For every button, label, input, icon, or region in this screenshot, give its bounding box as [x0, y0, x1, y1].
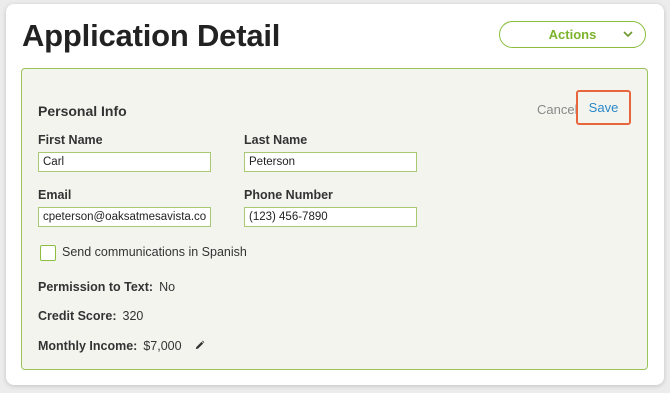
application-detail-card: Application Detail Actions Personal Info…	[6, 4, 664, 385]
pencil-icon[interactable]	[194, 340, 205, 351]
last-name-label: Last Name	[244, 133, 308, 147]
monthly-income-row: Monthly Income: $7,000	[38, 339, 205, 353]
first-name-field[interactable]	[38, 152, 211, 172]
save-button[interactable]: Save	[576, 90, 631, 125]
permission-to-text-label: Permission to Text:	[38, 280, 154, 294]
actions-dropdown-button[interactable]: Actions	[499, 21, 646, 48]
permission-to-text-row: Permission to Text: No	[38, 280, 175, 294]
phone-number-label: Phone Number	[244, 188, 333, 202]
personal-info-panel: Personal Info Cancel Save First Name Las…	[21, 68, 648, 370]
email-label: Email	[38, 188, 72, 202]
cancel-button[interactable]: Cancel	[537, 102, 577, 117]
spanish-communications-checkbox[interactable]	[40, 245, 56, 261]
chevron-down-icon	[623, 31, 633, 38]
section-title: Personal Info	[38, 103, 127, 119]
last-name-field[interactable]	[244, 152, 417, 172]
first-name-label: First Name	[38, 133, 103, 147]
monthly-income-value: $7,000	[143, 339, 182, 353]
email-field[interactable]	[38, 207, 211, 227]
phone-number-field[interactable]	[244, 207, 417, 227]
permission-to-text-value: No	[159, 280, 176, 294]
spanish-communications-label: Send communications in Spanish	[62, 245, 247, 259]
credit-score-value: 320	[122, 309, 144, 323]
page-title: Application Detail	[22, 18, 281, 53]
credit-score-row: Credit Score: 320	[38, 309, 143, 323]
actions-label: Actions	[548, 27, 597, 42]
monthly-income-label: Monthly Income:	[38, 339, 138, 353]
credit-score-label: Credit Score:	[38, 309, 117, 323]
